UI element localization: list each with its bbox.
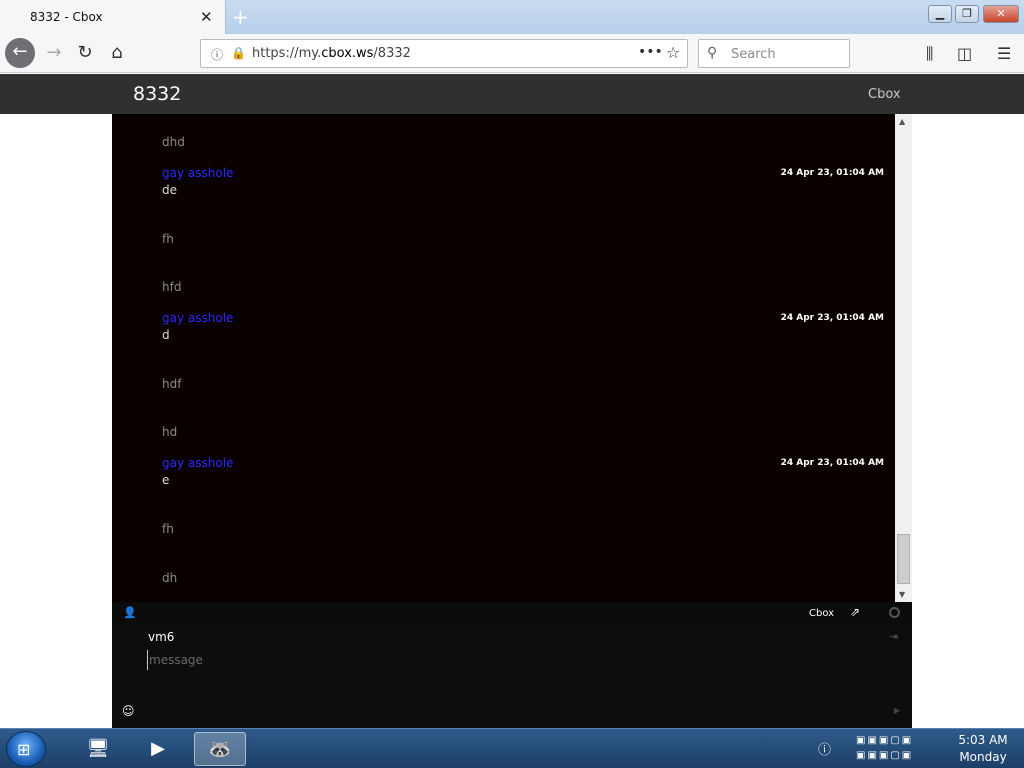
message-text: fh bbox=[162, 232, 174, 246]
message-author[interactable]: gay asshole bbox=[162, 456, 884, 472]
message-author[interactable] bbox=[162, 263, 884, 279]
username-label[interactable]: vm6 bbox=[148, 630, 174, 644]
message-author[interactable] bbox=[162, 360, 884, 376]
chat-toolbar: 👤 Cbox ⇗ bbox=[112, 602, 912, 626]
message-author[interactable]: gay asshole bbox=[162, 311, 884, 327]
clock-day: Monday bbox=[959, 750, 1007, 764]
compose-area: vm6 ⇥ ☺ ▶ bbox=[112, 626, 912, 728]
info-icon[interactable]: ⓘ bbox=[211, 46, 223, 63]
search-placeholder: Search bbox=[731, 47, 776, 62]
message-timestamp: 24 Apr 23, 01:04 AM bbox=[780, 168, 884, 178]
more-actions-icon[interactable]: ••• bbox=[638, 44, 663, 60]
message-author[interactable]: gay asshole bbox=[162, 166, 884, 182]
menu-hamburger-icon[interactable]: ☰ bbox=[997, 44, 1011, 63]
forward-arrow-icon[interactable]: → bbox=[40, 39, 68, 67]
message-list[interactable]: dhd gay asshole de 24 Apr 23, 01:04 AM f… bbox=[112, 114, 895, 602]
user-icon[interactable]: 👤 bbox=[123, 606, 137, 619]
windows-taskbar: ⊞ 🖥 ▶ 🦝 ⓘ ▣▣▣▢▣ ▣▣▣▢▣ 5:03 AM Monday bbox=[0, 728, 1024, 768]
scroll-up-icon[interactable]: ▲ bbox=[899, 117, 905, 126]
address-bar[interactable]: ⓘ 🔒 https://my.cbox.ws/8332 ••• ☆ bbox=[200, 39, 688, 68]
help-icon[interactable]: ⓘ bbox=[818, 739, 831, 758]
message-text: dhd bbox=[162, 135, 185, 149]
lock-icon[interactable]: 🔒 bbox=[231, 46, 246, 60]
popout-icon[interactable]: ⇗ bbox=[850, 605, 860, 619]
reload-icon[interactable]: ↻ bbox=[71, 39, 99, 67]
computer-taskbar-icon[interactable]: 🖥 bbox=[72, 732, 124, 766]
cbox-brand-link[interactable]: Cbox bbox=[809, 608, 834, 619]
url-path: /8332 bbox=[373, 46, 411, 61]
message-text: d bbox=[162, 328, 170, 342]
maximize-button[interactable]: ❐ bbox=[955, 5, 979, 23]
message-text: de bbox=[162, 183, 177, 197]
message-author[interactable] bbox=[162, 408, 884, 424]
message-timestamp: 24 Apr 23, 01:04 AM bbox=[780, 313, 884, 323]
url-domain: cbox.ws bbox=[321, 46, 374, 61]
minimize-button[interactable]: ▁ bbox=[928, 5, 952, 23]
search-icon: ⚲ bbox=[707, 45, 718, 61]
message-item: hd bbox=[162, 408, 884, 439]
message-text: hfd bbox=[162, 280, 182, 294]
chat-box: dhd gay asshole de 24 Apr 23, 01:04 AM f… bbox=[112, 114, 912, 728]
close-window-button[interactable]: ✕ bbox=[983, 5, 1019, 23]
page-header: 8332 Cbox bbox=[0, 74, 1024, 114]
new-tab-button[interactable]: + bbox=[232, 5, 249, 29]
library-icon[interactable]: ⫼ bbox=[926, 44, 933, 64]
page-title: 8332 bbox=[133, 83, 182, 105]
system-tray-icons[interactable]: ▣▣▣▢▣ ▣▣▣▢▣ bbox=[856, 733, 944, 765]
system-clock[interactable]: 5:03 AM Monday bbox=[950, 732, 1016, 766]
navigation-toolbar: ← → ↻ ⌂ ⓘ 🔒 https://my.cbox.ws/8332 ••• … bbox=[0, 34, 1024, 73]
send-arrow-icon[interactable]: ▶ bbox=[894, 706, 900, 715]
message-author[interactable] bbox=[162, 505, 884, 521]
home-icon[interactable]: ⌂ bbox=[103, 39, 131, 67]
message-item: dhd bbox=[162, 118, 884, 149]
message-item: gay asshole d 24 Apr 23, 01:04 AM bbox=[162, 311, 884, 342]
tab-title: 8332 - Cbox bbox=[30, 10, 103, 24]
clock-time: 5:03 AM bbox=[958, 733, 1008, 747]
scrollbar-thumb[interactable] bbox=[897, 534, 910, 584]
tab-close-icon[interactable]: ✕ bbox=[200, 8, 213, 26]
window-titlebar: 8332 - Cbox ✕ + ▁ ❐ ✕ bbox=[0, 0, 1024, 34]
smiley-icon[interactable]: ☺ bbox=[122, 704, 135, 718]
message-text: e bbox=[162, 473, 170, 487]
firefox-taskbar-icon[interactable]: 🦝 bbox=[194, 732, 246, 766]
message-text: fh bbox=[162, 522, 174, 536]
sign-in-icon[interactable]: ⇥ bbox=[889, 630, 898, 643]
browser-tab[interactable]: 8332 - Cbox ✕ bbox=[0, 0, 226, 34]
status-ring-icon[interactable] bbox=[889, 607, 900, 618]
message-timestamp: 24 Apr 23, 01:04 AM bbox=[780, 458, 884, 468]
windows-logo-icon: ⊞ bbox=[17, 740, 31, 759]
url-text: https://my.cbox.ws/8332 bbox=[252, 46, 411, 61]
message-text: hd bbox=[162, 425, 178, 439]
start-button[interactable]: ⊞ bbox=[6, 731, 46, 767]
message-item: fh bbox=[162, 505, 884, 536]
message-item: gay asshole e 24 Apr 23, 01:04 AM bbox=[162, 456, 884, 487]
message-item: dh bbox=[162, 554, 884, 585]
message-author[interactable] bbox=[162, 215, 884, 231]
message-input[interactable] bbox=[147, 650, 847, 670]
message-item: hfd bbox=[162, 263, 884, 294]
message-text: hdf bbox=[162, 377, 182, 391]
search-field[interactable]: ⚲ Search bbox=[698, 39, 850, 68]
message-item: hdf bbox=[162, 360, 884, 391]
scroll-down-icon[interactable]: ▼ bbox=[899, 590, 905, 599]
message-text: dh bbox=[162, 571, 178, 585]
message-item: fh bbox=[162, 215, 884, 246]
message-scrollbar[interactable]: ▲ ▼ bbox=[895, 114, 912, 602]
sidebar-icon[interactable]: ◫ bbox=[957, 44, 972, 63]
media-player-taskbar-icon[interactable]: ▶ bbox=[132, 732, 184, 766]
message-author[interactable] bbox=[162, 118, 884, 134]
bookmark-star-icon[interactable]: ☆ bbox=[666, 43, 680, 62]
message-author[interactable] bbox=[162, 554, 884, 570]
message-item: gay asshole de 24 Apr 23, 01:04 AM bbox=[162, 166, 884, 197]
url-prefix: https://my. bbox=[252, 46, 322, 61]
back-arrow-icon[interactable]: ← bbox=[5, 38, 35, 68]
cbox-link[interactable]: Cbox bbox=[868, 87, 901, 102]
